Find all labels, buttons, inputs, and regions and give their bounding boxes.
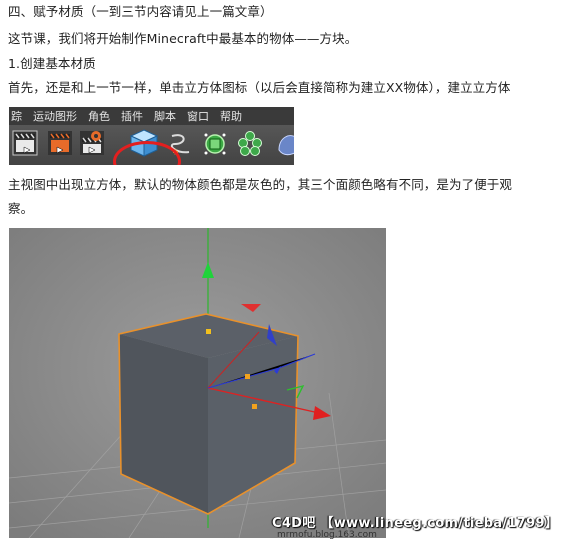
viewport-description: 主视图中出现立方体，默认的物体颜色都是灰色的，其三个面颜色略有不同，是为了便于观 [8, 177, 513, 192]
blog-watermark: mrmofu.blog.163.com [277, 530, 377, 540]
toolbar-screenshot: 踪 运动图形 角色 插件 脚本 窗口 帮助 [9, 107, 294, 165]
menu-item-plugins[interactable]: 插件 [117, 108, 150, 124]
icon-row [9, 125, 294, 165]
menu-item-window[interactable]: 窗口 [183, 108, 216, 124]
viewport-description-end: 察。 [8, 201, 34, 216]
clapper-icon[interactable] [12, 130, 38, 158]
intro-text: 这节课，我们将开始制作Minecraft中最基本的物体——方块。 [8, 31, 358, 46]
render-gear-icon[interactable] [79, 130, 105, 158]
menu-bar: 踪 运动图形 角色 插件 脚本 窗口 帮助 [9, 107, 294, 125]
extrude-icon[interactable] [202, 130, 228, 158]
cloner-icon[interactable] [237, 130, 263, 158]
menu-item-help[interactable]: 帮助 [216, 108, 249, 124]
watermark: C4D吧 【www.lineeg.com/tieba/1799】 [272, 516, 559, 531]
cube-viewport [9, 228, 386, 538]
handle-point [206, 329, 211, 334]
step-title: 1.创建基本材质 [8, 56, 96, 71]
deformer-icon[interactable] [275, 130, 294, 158]
section-heading: 四、赋予材质（一到三节内容请见上一篇文章） [8, 4, 273, 19]
step-description: 首先，还是和上一节一样，单击立方体图标（以后会直接简称为建立XX物体），建立立方… [8, 80, 511, 95]
render-settings-icon[interactable] [47, 130, 73, 158]
menu-item-mograph[interactable]: 运动图形 [29, 108, 84, 124]
menu-item-script[interactable]: 脚本 [150, 108, 183, 124]
menu-item-track[interactable]: 踪 [9, 108, 29, 124]
menu-item-character[interactable]: 角色 [84, 108, 117, 124]
